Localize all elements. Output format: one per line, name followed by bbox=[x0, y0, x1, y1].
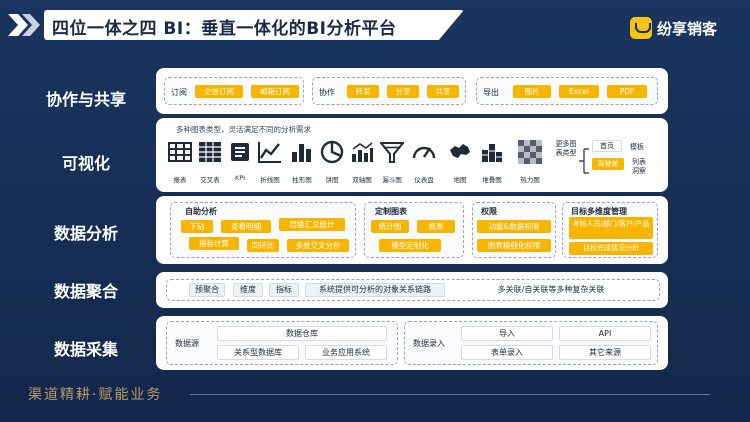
bracket-icon bbox=[579, 148, 589, 174]
box-data-warehouse: 数据仓库 bbox=[217, 326, 387, 341]
group-permission: 权限 功能&数据权限 图表精细化权限 bbox=[472, 202, 556, 258]
btn-model-custom[interactable]: 模型定制化 bbox=[379, 239, 441, 252]
btn-multidim-cross[interactable]: 多维交叉分析 bbox=[287, 239, 349, 252]
more-chart-types: 更多图表类型 bbox=[555, 140, 577, 157]
kpi-icon bbox=[231, 143, 249, 161]
group-cooperate-label: 协作 bbox=[319, 88, 335, 97]
chart-type-stacked[interactable]: 堆叠图 bbox=[476, 140, 508, 184]
btn-func-data-perm[interactable]: 功能&数据权限 bbox=[477, 220, 551, 233]
tag-metric: 指标 bbox=[269, 283, 299, 297]
more-home[interactable]: 首页 bbox=[592, 140, 622, 152]
stacked-icon bbox=[482, 144, 502, 162]
brand-name: 纷享销客 bbox=[657, 19, 718, 38]
row-label-collab: 协作与共享 bbox=[45, 90, 126, 109]
group-subscribe: 订阅 企信订阅 邮箱订阅 bbox=[164, 77, 304, 105]
funnel-icon bbox=[380, 142, 404, 163]
vis-note: 多种图表类型，灵活满足不同的分析需求 bbox=[176, 125, 311, 134]
group-data-source: 数据源 数据仓库 关系型数据库 业务应用系统 bbox=[166, 321, 398, 365]
line-chart-icon bbox=[258, 142, 281, 163]
tag-dimension: 维度 bbox=[233, 283, 263, 297]
group-self-service: 自助分析 下钻 查看明细 层级汇总统计 指标计算 同环比 多维交叉分析 bbox=[170, 202, 356, 258]
box-business-system: 业务应用系统 bbox=[305, 345, 387, 360]
more-cockpit[interactable]: 驾驶舱 bbox=[592, 158, 624, 170]
panel-aggregate: 预聚合 维度 指标 系统提供可分析的对象关系链路 多关联/自关联等多种复杂关联 bbox=[156, 272, 668, 308]
row-label-analysis: 数据分析 bbox=[53, 224, 118, 243]
box-import: 导入 bbox=[461, 326, 553, 341]
chart-type-gauge[interactable]: 仪表盘 bbox=[408, 140, 440, 184]
btn-target-dimensions[interactable]: 考核人员/部门/客户/产品 bbox=[569, 217, 653, 239]
box-relational-db: 关系型数据库 bbox=[217, 345, 299, 360]
group-target: 目标多维度管理 考核人员/部门/客户/产品 目标完成情况分析 bbox=[562, 202, 658, 258]
more-template[interactable]: 模板 bbox=[630, 142, 644, 152]
tag-complex-relation: 多关联/自关联等多种复杂关联 bbox=[451, 283, 651, 297]
group-title: 定制图表 bbox=[375, 207, 407, 216]
row-label-vis: 可视化 bbox=[61, 154, 110, 173]
chevron-right-icon bbox=[8, 14, 40, 36]
btn-share[interactable]: 分享 bbox=[387, 85, 419, 98]
panel-collect: 数据源 数据仓库 关系型数据库 业务应用系统 数据录入 导入 API 表单录入 … bbox=[156, 316, 668, 370]
box-api: API bbox=[559, 326, 651, 341]
group-export: 导出 图片 Excel PDF bbox=[476, 77, 658, 105]
group-entry-label: 数据录入 bbox=[413, 339, 445, 348]
group-subscribe-label: 订阅 bbox=[171, 88, 187, 97]
group-title: 自助分析 bbox=[185, 207, 217, 216]
btn-report[interactable]: 报表 bbox=[417, 220, 455, 233]
btn-view-detail[interactable]: 查看明细 bbox=[221, 220, 271, 233]
btn-chart-fine-perm[interactable]: 图表精细化权限 bbox=[477, 239, 551, 252]
btn-hierarchy-summary[interactable]: 层级汇总统计 bbox=[279, 218, 345, 231]
tag-object-relation: 系统提供可分析的对象关系链路 bbox=[305, 283, 445, 297]
btn-subscribe-im[interactable]: 企信订阅 bbox=[195, 85, 243, 98]
brand-logo-icon bbox=[630, 17, 652, 39]
group-cooperate: 协作 转发 分享 共享 bbox=[312, 77, 466, 105]
header: 四位一体之四 BI：垂直一体化的BI分析平台 纷享销客 bbox=[0, 6, 750, 44]
row-label-aggregate: 数据聚合 bbox=[53, 282, 118, 301]
panel-vis: 多种图表类型，灵活满足不同的分析需求 报表 交叉表 KPI 折线图 柱形图 饼图… bbox=[156, 118, 668, 192]
chart-type-label: 热力图 bbox=[520, 176, 540, 184]
btn-yoy-mom[interactable]: 同环比 bbox=[247, 239, 279, 252]
table-icon bbox=[168, 142, 192, 162]
btn-stat-chart[interactable]: 统计图 bbox=[371, 220, 409, 233]
btn-target-completion[interactable]: 目标完成情况分析 bbox=[569, 242, 653, 255]
box-other-source: 其它来源 bbox=[559, 345, 651, 360]
heatmap-icon bbox=[518, 140, 542, 164]
slide: 四位一体之四 BI：垂直一体化的BI分析平台 纷享销客 协作与共享 订阅 企信订… bbox=[0, 0, 750, 422]
btn-metric-calc[interactable]: 指标计算 bbox=[189, 237, 239, 250]
btn-export-excel[interactable]: Excel bbox=[559, 85, 599, 98]
row-label-collect: 数据采集 bbox=[53, 340, 118, 359]
group-aggregate: 预聚合 维度 指标 系统提供可分析的对象关系链路 多关联/自关联等多种复杂关联 bbox=[166, 279, 660, 301]
btn-forward[interactable]: 转发 bbox=[347, 85, 379, 98]
group-export-label: 导出 bbox=[483, 88, 499, 97]
footer-divider bbox=[190, 394, 710, 395]
dual-axis-icon bbox=[352, 142, 373, 162]
btn-drill-down[interactable]: 下钻 bbox=[181, 220, 213, 233]
chart-type-heatmap[interactable]: 热力图 bbox=[514, 140, 546, 184]
footer: 渠道精耕·赋能业务 bbox=[0, 374, 750, 414]
box-form-entry: 表单录入 bbox=[461, 345, 553, 360]
group-source-label: 数据源 bbox=[175, 339, 199, 348]
btn-collab-share[interactable]: 共享 bbox=[427, 85, 459, 98]
group-title: 权限 bbox=[481, 207, 497, 216]
btn-export-pdf[interactable]: PDF bbox=[607, 85, 647, 98]
tag-pre-aggregate: 预聚合 bbox=[189, 283, 225, 297]
page-title: 四位一体之四 BI：垂直一体化的BI分析平台 bbox=[52, 19, 397, 39]
group-title: 目标多维度管理 bbox=[571, 207, 627, 216]
pivot-table-icon bbox=[199, 142, 221, 162]
pie-chart-icon bbox=[320, 140, 344, 164]
brand: 纷享销客 bbox=[630, 16, 717, 40]
more-list-drill[interactable]: 列表洞察 bbox=[632, 158, 650, 176]
gauge-icon bbox=[412, 146, 436, 159]
group-data-entry: 数据录入 导入 API 表单录入 其它来源 bbox=[404, 321, 658, 365]
footer-slogan: 渠道精耕·赋能业务 bbox=[28, 387, 163, 403]
panel-collab: 订阅 企信订阅 邮箱订阅 协作 转发 分享 共享 导出 图片 Excel PDF bbox=[156, 68, 668, 114]
btn-export-image[interactable]: 图片 bbox=[513, 85, 551, 98]
map-icon bbox=[450, 144, 470, 158]
panel-analysis: 自助分析 下钻 查看明细 层级汇总统计 指标计算 同环比 多维交叉分析 定制图表… bbox=[156, 196, 668, 264]
bar-chart-icon bbox=[292, 144, 311, 162]
btn-subscribe-email[interactable]: 邮箱订阅 bbox=[251, 85, 299, 98]
group-custom-chart: 定制图表 统计图 报表 模型定制化 bbox=[364, 202, 464, 258]
